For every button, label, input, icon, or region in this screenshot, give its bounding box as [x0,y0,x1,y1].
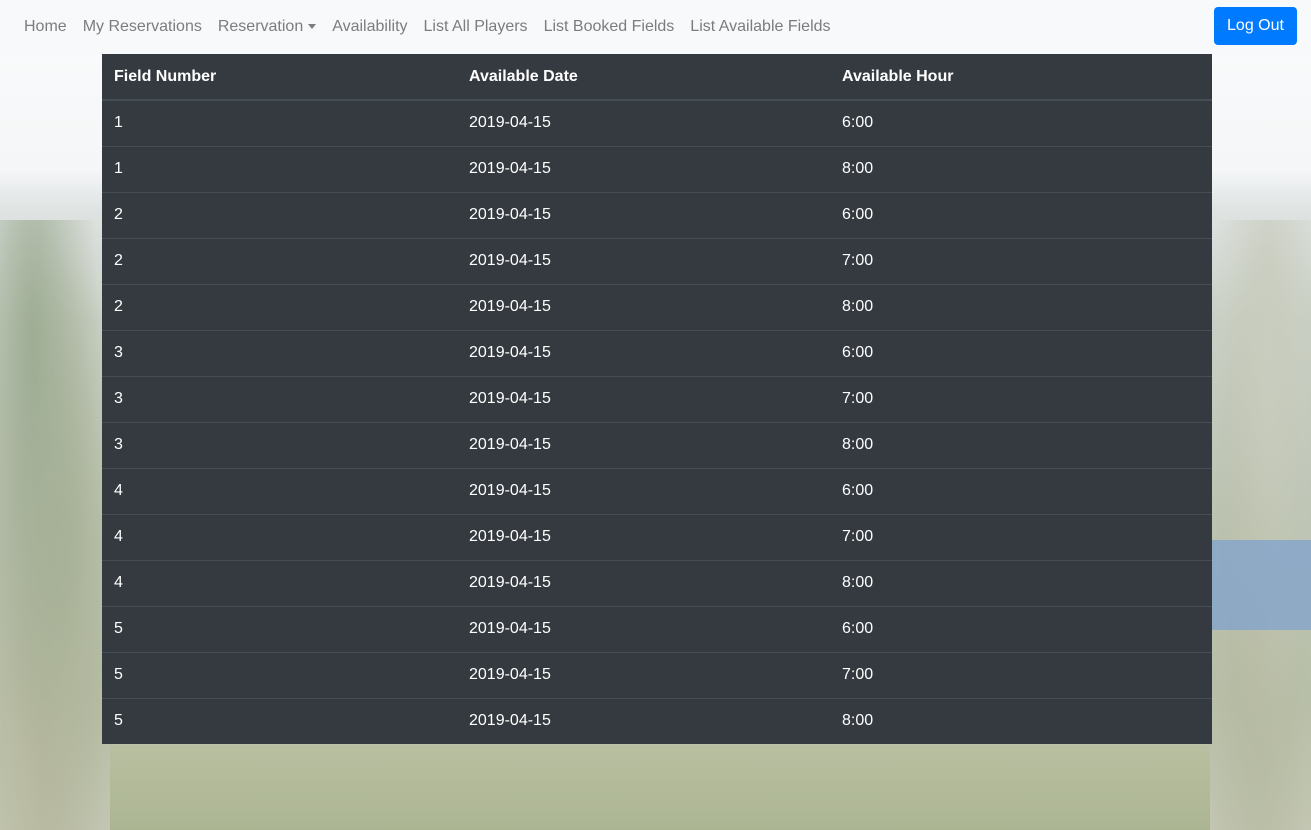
cell-field-number: 1 [114,114,123,132]
table-row: 2 2019-04-15 8:00 [102,283,1212,330]
cell-field-number: 4 [102,467,457,514]
cell-available-hour: 8:00 [830,283,1212,330]
cell-available-date: 2019-04-15 [457,329,830,376]
table-row: 1 2019-04-15 8:00 [102,145,1212,192]
cell-available-date: 2019-04-15 [457,237,830,284]
cell-available-hour: 7:00 [830,237,1212,284]
nav-availability[interactable]: Availability [324,15,415,39]
cell-available-hour: 6:00 [830,191,1212,238]
table-row: 3 2019-04-15 8:00 [102,421,1212,468]
table-row: 1 2019-04-15 6:00 [102,100,1212,146]
cell-available-hour: 8:00 [830,697,1212,744]
table-row: 3 2019-04-15 7:00 [102,375,1212,422]
table-row: 4 2019-04-15 6:00 [102,467,1212,514]
table-body: 1 2019-04-15 6:00 1 2019-04-15 8:00 2 2019-04-1… [102,100,1212,744]
nav-list-available-fields[interactable]: List Available Fields [682,15,838,39]
cell-field-number: 5 [102,697,457,744]
cell-available-date: 2019-04-15 [457,421,830,468]
cell-field-number: 3 [102,375,457,422]
cell-available-hour: 8:00 [830,421,1212,468]
table-row: 5 2019-04-15 7:00 [102,651,1212,698]
cell-available-date: 2019-04-15 [457,513,830,560]
cell-available-date: 2019-04-15 [457,651,830,698]
cell-available-hour: 7:00 [830,651,1212,698]
cell-available-hour: 8:00 [830,559,1212,606]
cell-field-number: 5 [102,651,457,698]
cell-field-number: 1 [102,145,457,192]
cell-available-hour: 6:00 [830,467,1212,514]
cell-field-number: 3 [102,329,457,376]
nav-reservation-label: Reservation [217,18,304,35]
table-row: 3 2019-04-15 6:00 [102,329,1212,376]
cell-available-date: 2019-04-15 [457,467,830,514]
cell-available-hour: 7:00 [830,513,1212,560]
cell-field-number: 2 [102,283,457,330]
nav-list-booked-fields[interactable]: List Booked Fields [536,15,683,39]
available-fields-table: Field Number Available Date Available Ho… [102,54,1212,744]
table-row: 5 2019-04-15 6:00 [102,605,1212,652]
logout-button[interactable]: Log Out [1214,7,1297,45]
header-available-date: Available Date [457,54,830,101]
navbar: Home My Reservations Reservation Availab… [0,0,1311,54]
cell-available-hour: 6:00 [842,114,874,132]
nav-list-all-players[interactable]: List All Players [416,15,536,39]
nav-my-reservations[interactable]: My Reservations [75,15,210,39]
table-header-row: Field Number Available Date Available Ho… [102,54,1212,101]
cell-field-number: 4 [102,559,457,606]
cell-available-date: 2019-04-15 [457,605,830,652]
cell-available-date: 2019-04-15 [457,145,830,192]
nav-home[interactable]: Home [16,15,75,39]
cell-available-hour: 6:00 [830,329,1212,376]
cell-field-number: 5 [102,605,457,652]
cell-available-date: 2019-04-15 [457,375,830,422]
cell-available-hour: 8:00 [830,145,1212,192]
cell-field-number: 2 [102,191,457,238]
caret-down-icon [308,23,317,29]
cell-available-date: 2019-04-15 [457,559,830,606]
cell-available-hour: 7:00 [830,375,1212,422]
cell-field-number: 4 [102,513,457,560]
table-row: 2 2019-04-15 6:00 [102,191,1212,238]
background-field [110,745,1210,830]
available-fields-table-container: Field Number Available Date Available Ho… [102,54,1212,744]
cell-field-number: 3 [102,421,457,468]
cell-available-date: 2019-04-15 [457,697,830,744]
header-available-hour: Available Hour [830,54,1212,101]
background-court [1212,540,1311,630]
cell-available-date: 2019-04-15 [457,283,830,330]
cell-available-date: 2019-04-15 [457,191,830,238]
cell-available-date: 2019-04-15 [469,114,551,132]
header-field-number: Field Number [102,54,457,101]
background-trees-right [1205,220,1311,830]
nav-reservation-dropdown[interactable]: Reservation [210,15,324,39]
cell-field-number: 2 [102,237,457,284]
table-row: 4 2019-04-15 8:00 [102,559,1212,606]
background-trees-left [0,220,110,830]
table-row: 2 2019-04-15 7:00 [102,237,1212,284]
table-row: 4 2019-04-15 7:00 [102,513,1212,560]
table-row: 5 2019-04-15 8:00 [102,697,1212,744]
cell-available-hour: 6:00 [830,605,1212,652]
